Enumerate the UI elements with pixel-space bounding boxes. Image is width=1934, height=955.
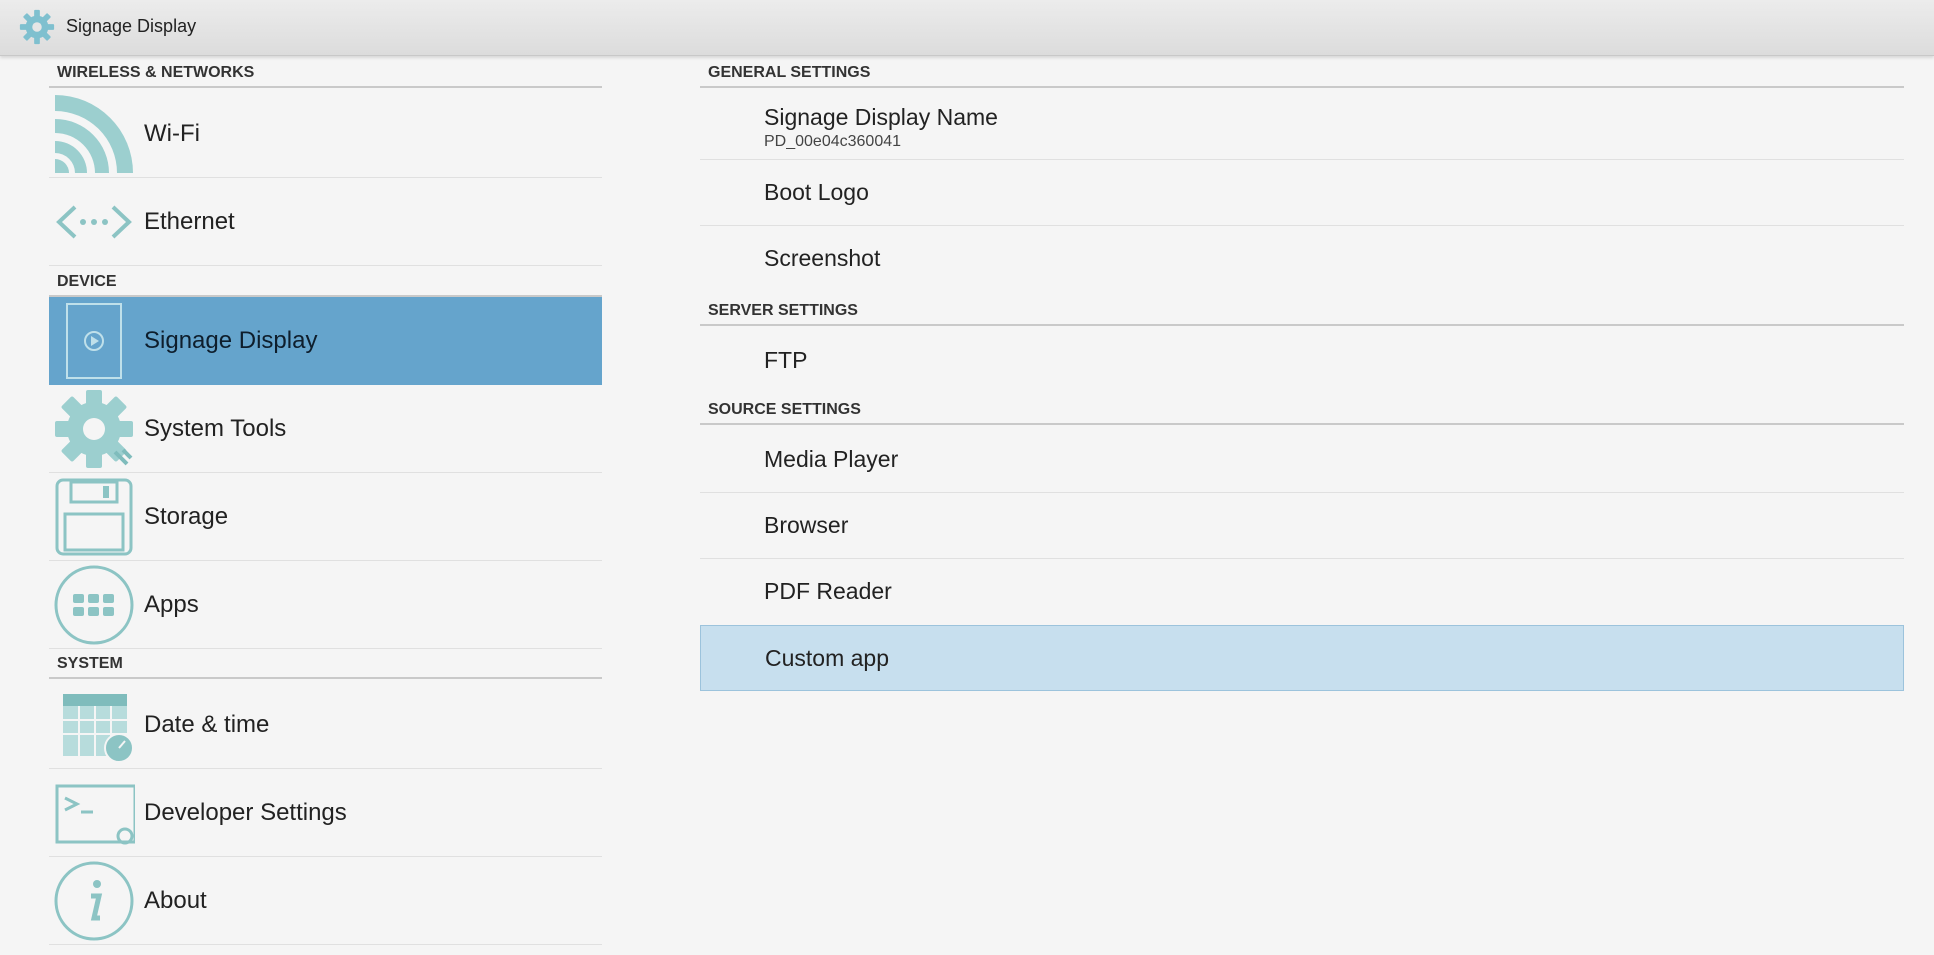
sidebar-item-signage-display[interactable]: Signage Display <box>49 297 602 385</box>
setting-signage-display-name[interactable]: Signage Display Name PD_00e04c360041 <box>700 94 1904 160</box>
setting-label: Signage Display Name <box>764 104 998 130</box>
sidebar-item-wifi[interactable]: Wi-Fi <box>49 90 602 178</box>
sidebar-item-label: Ethernet <box>144 208 235 235</box>
setting-custom-app[interactable]: Custom app <box>700 625 1904 691</box>
info-icon <box>54 861 134 941</box>
sidebar-item-label: About <box>144 887 207 914</box>
setting-browser[interactable]: Browser <box>700 493 1904 559</box>
ethernet-icon <box>56 205 132 239</box>
section-header-system: SYSTEM <box>49 653 602 679</box>
sidebar-item-label: Apps <box>144 591 199 618</box>
section-header-general-settings: GENERAL SETTINGS <box>700 62 1904 88</box>
sidebar-item-developer-settings[interactable]: Developer Settings <box>49 769 602 857</box>
setting-label: FTP <box>764 347 808 373</box>
setting-label: Media Player <box>764 446 899 472</box>
title-bar: Signage Display <box>0 0 1934 56</box>
sidebar-item-label: Date & time <box>144 711 270 738</box>
system-tools-icon <box>55 390 133 468</box>
setting-label: Browser <box>764 512 849 538</box>
sidebar-item-storage[interactable]: Storage <box>49 473 602 561</box>
setting-media-player[interactable]: Media Player <box>700 427 1904 493</box>
app-title: Signage Display <box>66 16 197 36</box>
setting-boot-logo[interactable]: Boot Logo <box>700 160 1904 226</box>
setting-label: Custom app <box>765 645 890 671</box>
setting-screenshot[interactable]: Screenshot <box>700 226 1904 292</box>
sidebar-item-apps[interactable]: Apps <box>49 561 602 649</box>
setting-pdf-reader[interactable]: PDF Reader <box>700 559 1904 625</box>
section-header-device: DEVICE <box>49 271 602 297</box>
section-header-wireless-networks: WIRELESS & NETWORKS <box>49 62 602 88</box>
setting-label: PDF Reader <box>764 578 892 604</box>
section-header-server-settings: SERVER SETTINGS <box>700 300 1904 326</box>
sidebar-item-ethernet[interactable]: Ethernet <box>49 178 602 266</box>
setting-ftp[interactable]: FTP <box>700 328 1904 394</box>
apps-icon <box>54 565 134 645</box>
sidebar-item-label: Storage <box>144 503 229 530</box>
setting-label: Boot Logo <box>764 179 869 205</box>
calendar-clock-icon <box>63 694 134 763</box>
setting-value: PD_00e04c360041 <box>764 133 902 150</box>
sidebar-item-label: Developer Settings <box>144 799 347 826</box>
section-header-source-settings: SOURCE SETTINGS <box>700 399 1904 425</box>
wifi-icon <box>55 95 133 173</box>
sidebar-item-system-tools[interactable]: System Tools <box>49 385 602 473</box>
sidebar-item-date-time[interactable]: Date & time <box>49 681 602 769</box>
setting-label: Screenshot <box>764 245 881 271</box>
terminal-icon <box>55 784 135 845</box>
sidebar-item-label: Wi-Fi <box>144 120 200 147</box>
sidebar-item-label: Signage Display <box>144 327 318 354</box>
gear-icon <box>19 9 55 45</box>
sidebar-item-about[interactable]: About <box>49 857 602 945</box>
signage-display-icon <box>66 303 122 379</box>
storage-icon <box>55 478 133 556</box>
sidebar-item-label: System Tools <box>144 415 287 442</box>
